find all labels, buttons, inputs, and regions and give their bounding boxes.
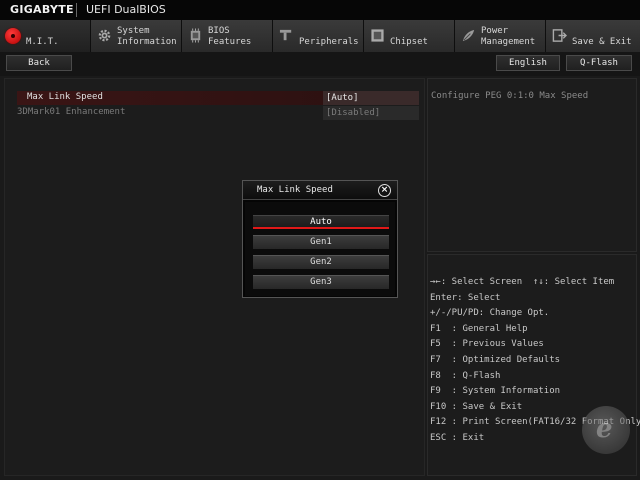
brand-divider — [76, 3, 77, 17]
tab-power-management[interactable]: Power Management — [455, 20, 546, 52]
key-line: F1 : General Help — [430, 323, 528, 334]
brand-logo: GIGABYTE — [10, 3, 74, 16]
language-button[interactable]: English — [496, 55, 560, 71]
option-gen1[interactable]: Gen1 — [253, 235, 389, 249]
tab-label: Power Management — [481, 26, 536, 47]
key-line: F7 : Optimized Defaults — [430, 354, 561, 365]
tab-system-information[interactable]: System Information — [91, 20, 182, 52]
key-line: +/-/PU/PD: Change Opt. — [430, 308, 550, 319]
key-line: F8 : Q-Flash — [430, 370, 501, 381]
close-icon[interactable]: × — [378, 184, 391, 197]
popup-options: Auto Gen1 Gen2 Gen3 — [245, 202, 395, 296]
sub-toolbar: Back English Q-Flash — [0, 52, 640, 76]
tab-label: System Information — [117, 26, 177, 47]
setting-value[interactable]: [Disabled] — [323, 106, 419, 120]
tab-label: Save & Exit — [572, 37, 632, 47]
popup-title: Max Link Speed — [257, 185, 333, 195]
option-gen3[interactable]: Gen3 — [253, 275, 389, 289]
qflash-button[interactable]: Q-Flash — [566, 55, 632, 71]
key-line: Enter: Select — [430, 292, 501, 303]
setting-row-max-link-speed[interactable]: Max Link Speed [Auto] — [17, 91, 419, 105]
setting-value[interactable]: [Auto] — [323, 91, 419, 105]
key-line: F5 : Previous Values — [430, 339, 544, 350]
power-icon — [462, 29, 475, 42]
site-watermark-icon: e — [582, 406, 630, 454]
tab-peripherals[interactable]: Peripherals — [273, 20, 364, 52]
exit-icon — [552, 29, 567, 42]
tab-label: Chipset — [390, 37, 428, 47]
setting-label: 3DMark01 Enhancement — [17, 107, 126, 117]
main-tabs: M.I.T. System Information BIOS Features … — [0, 20, 640, 52]
key-line: →←: Select Screen ↑↓: Select Item — [430, 277, 615, 287]
setting-row-3dmark01-enhancement[interactable]: 3DMark01 Enhancement [Disabled] — [17, 106, 419, 120]
setting-label: Max Link Speed — [27, 92, 103, 102]
chipset-icon — [371, 29, 384, 42]
peripherals-icon — [279, 29, 292, 41]
popup-title-bar: Max Link Speed × — [243, 181, 397, 200]
tab-label: BIOS Features — [208, 26, 252, 47]
tab-label: M.I.T. — [26, 37, 59, 47]
help-panel: Configure PEG 0:1:0 Max Speed — [427, 78, 637, 252]
bios-chip-icon — [190, 28, 201, 43]
key-line: F9 : System Information — [430, 386, 561, 397]
tab-chipset[interactable]: Chipset — [364, 20, 455, 52]
help-description: Configure PEG 0:1:0 Max Speed — [431, 91, 589, 101]
tab-label: Peripherals — [299, 37, 359, 47]
max-link-speed-popup: Max Link Speed × Auto Gen1 Gen2 Gen3 — [242, 180, 398, 298]
gear-icon — [98, 29, 111, 42]
tab-save-exit[interactable]: Save & Exit — [546, 20, 640, 52]
option-auto[interactable]: Auto — [253, 215, 389, 229]
back-button[interactable]: Back — [6, 55, 72, 71]
product-title: UEFI DualBIOS — [86, 3, 166, 16]
option-gen2[interactable]: Gen2 — [253, 255, 389, 269]
top-bar: GIGABYTE UEFI DualBIOS — [0, 0, 640, 21]
tab-bios-features[interactable]: BIOS Features — [182, 20, 273, 52]
tab-mit[interactable]: M.I.T. — [0, 20, 91, 52]
mit-circle-icon — [5, 28, 21, 44]
